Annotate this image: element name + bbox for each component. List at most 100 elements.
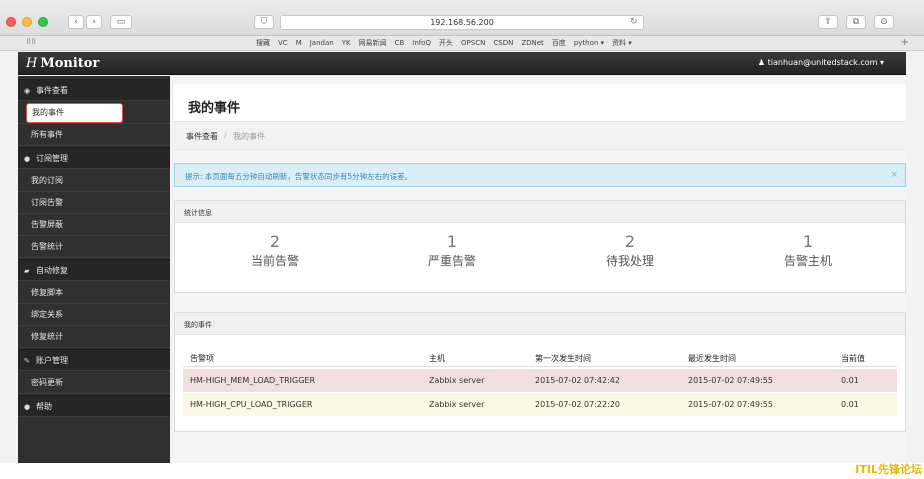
sidebar-group-3[interactable]: ✎ 账户管理: [18, 349, 170, 371]
tabs-icon[interactable]: ⧉: [846, 15, 866, 29]
forward-button[interactable]: ›: [86, 15, 102, 29]
sidebar-group-4[interactable]: ● 帮助: [18, 395, 170, 417]
help-icon: ●: [24, 403, 31, 411]
stat-card[interactable]: 1 严重告警: [387, 233, 517, 269]
sidebar-item[interactable]: 告警统计: [18, 236, 170, 258]
stats-panel: 统计信息 2 当前告警 1 严重告警 2 待我处理 1 告警主机: [174, 200, 906, 293]
sidebar-divider: [18, 257, 170, 258]
sidebar-item[interactable]: 订阅告警: [18, 192, 170, 214]
maximize-window-icon[interactable]: [38, 17, 48, 27]
eye-icon: ◉: [24, 87, 31, 95]
brand-logo[interactable]: H Monitor: [26, 56, 99, 71]
sidebar-group-label: 自动修复: [36, 266, 68, 275]
sidebar-item[interactable]: 修复脚本: [18, 282, 170, 304]
bookmark-item[interactable]: YK: [342, 39, 351, 47]
table-cell-host: Zabbix server: [429, 400, 485, 409]
page-header: 我的事件: [174, 84, 906, 122]
user-menu[interactable]: ♟ tianhuan@unitedstack.com ▾: [758, 58, 884, 67]
table-cell-first: 2015-07-02 07:42:42: [535, 376, 620, 385]
sidebar-toggle-icon[interactable]: ▭: [110, 15, 132, 29]
table-cell-item: HM-HIGH_CPU_LOAD_TRIGGER: [190, 400, 313, 409]
bookmark-item[interactable]: VC: [278, 39, 288, 47]
minimize-window-icon[interactable]: [22, 17, 32, 27]
column-header[interactable]: 告警项: [190, 353, 214, 364]
info-alert: 提示: 本页面每五分钟自动刷新，告警状态同步有5分钟左右的误差。 ×: [174, 163, 906, 187]
stats-panel-header: 统计信息: [175, 201, 905, 223]
stat-value: 1: [446, 232, 458, 251]
sidebar-item[interactable]: 绑定关系: [18, 304, 170, 326]
sidebar: ◉ 事件查看我的事件 所有事件 ● 订阅管理 我的订阅 订阅告警 告警屏蔽 告警统计 ▰ 自动修复修…: [18, 76, 170, 463]
column-header[interactable]: 当前值: [841, 353, 865, 364]
bookmark-item[interactable]: 资料 ▾: [612, 39, 632, 47]
stat-card[interactable]: 2 待我处理: [565, 233, 695, 269]
download-icon[interactable]: ⊙: [874, 15, 894, 29]
stat-label: 待我处理: [605, 254, 654, 268]
sidebar-item[interactable]: 修复统计: [18, 326, 170, 348]
breadcrumb-current: 我的事件: [233, 132, 265, 141]
bookmark-item[interactable]: InfoQ: [412, 39, 431, 47]
stat-card[interactable]: 1 告警主机: [743, 233, 873, 269]
breadcrumb-separator: /: [224, 131, 227, 140]
bookmark-item[interactable]: ZDNet: [521, 39, 543, 47]
sidebar-group-1[interactable]: ● 订阅管理: [18, 147, 170, 169]
bookmark-item[interactable]: 开头: [439, 39, 453, 47]
bookmark-item[interactable]: CB: [395, 39, 405, 47]
bookmark-item[interactable]: python ▾: [574, 39, 604, 47]
sidebar-item[interactable]: 所有事件: [18, 124, 170, 146]
grid-icon[interactable]: ⠿⠿: [26, 38, 36, 46]
bookmark-item[interactable]: 百度: [552, 39, 566, 47]
table-cell-value: 0.01: [841, 400, 859, 409]
sidebar-group-label: 事件查看: [36, 86, 68, 95]
reload-icon[interactable]: ↻: [630, 15, 638, 29]
events-heading: 我的事件: [184, 321, 212, 329]
stat-card[interactable]: 2 当前告警: [210, 233, 340, 269]
bookmark-item[interactable]: M: [296, 39, 302, 47]
watermark: ITIL先锋论坛: [855, 463, 922, 476]
stat-label: 告警主机: [783, 254, 832, 268]
column-header[interactable]: 最近发生时间: [688, 353, 736, 364]
sidebar-item[interactable]: 密码更新: [18, 372, 170, 394]
browser-window: ‹ › ▭ ⛉ 192.168.56.200 ↻ ⇪ ⧉ ⊙ ⠿⠿ 搜藏 VC M J…: [0, 0, 924, 463]
column-header[interactable]: 主机: [429, 353, 445, 364]
bullet-icon: ●: [24, 155, 31, 163]
close-icon[interactable]: ×: [890, 170, 898, 180]
main-content: 我的事件 事件查看 / 我的事件 提示: 本页面每五分钟自动刷新，告警状态同步有…: [174, 76, 906, 463]
bookmarks-list: 搜藏 VC M Jandan YK 网易新闻 CB InfoQ 开头 OPSCN CSDN ZDNet…: [256, 38, 640, 48]
breadcrumb-parent[interactable]: 事件查看: [186, 131, 218, 142]
stat-label: 当前告警: [250, 254, 299, 268]
sidebar-item[interactable]: 我的订阅: [18, 170, 170, 192]
events-table-header: 告警项 主机 第一次发生时间 最近发生时间 当前值: [183, 347, 897, 367]
briefcase-icon: ▰: [24, 267, 30, 275]
address-bar[interactable]: 192.168.56.200: [280, 15, 644, 30]
page-title: 我的事件: [188, 101, 241, 116]
sidebar-divider: [18, 145, 170, 146]
table-row[interactable]: HM-HIGH_MEM_LOAD_TRIGGER Zabbix server 201…: [183, 369, 897, 392]
close-window-icon[interactable]: [6, 17, 16, 27]
stat-value: 2: [624, 232, 636, 251]
bookmark-item[interactable]: Jandan: [310, 39, 334, 47]
browser-titlebar: ‹ › ▭ ⛉ 192.168.56.200 ↻ ⇪ ⧉ ⊙: [0, 0, 924, 36]
sidebar-group-2[interactable]: ▰ 自动修复: [18, 259, 170, 281]
table-row[interactable]: HM-HIGH_CPU_LOAD_TRIGGER Zabbix server 201…: [183, 393, 897, 416]
sidebar-item[interactable]: 告警屏蔽: [18, 214, 170, 236]
bookmark-item[interactable]: OPSCN: [461, 39, 485, 47]
share-icon[interactable]: ⇪: [818, 15, 838, 29]
sidebar-group-0[interactable]: ◉ 事件查看: [18, 79, 170, 101]
bookmark-item[interactable]: 网易新闻: [359, 39, 387, 47]
sidebar-item[interactable]: 我的事件: [26, 103, 123, 123]
bookmark-item[interactable]: 搜藏: [256, 39, 270, 47]
add-tab-icon[interactable]: +: [901, 37, 909, 48]
events-panel: 我的事件 告警项 主机 第一次发生时间 最近发生时间 当前值 HM-HIGH_MEM_L…: [174, 312, 906, 432]
events-panel-header: 我的事件: [175, 313, 905, 335]
column-header[interactable]: 第一次发生时间: [535, 353, 591, 364]
table-cell-host: Zabbix server: [429, 376, 485, 385]
stat-value: 2: [269, 232, 281, 251]
back-button[interactable]: ‹: [68, 15, 84, 29]
shield-icon[interactable]: ⛉: [254, 15, 274, 29]
table-cell-last: 2015-07-02 07:49:55: [688, 376, 773, 385]
stat-value: 1: [802, 232, 814, 251]
table-cell-last: 2015-07-02 07:49:55: [688, 400, 773, 409]
table-cell-item: HM-HIGH_MEM_LOAD_TRIGGER: [190, 376, 316, 385]
user-icon: ♟: [757, 58, 768, 67]
bookmark-item[interactable]: CSDN: [493, 39, 513, 47]
